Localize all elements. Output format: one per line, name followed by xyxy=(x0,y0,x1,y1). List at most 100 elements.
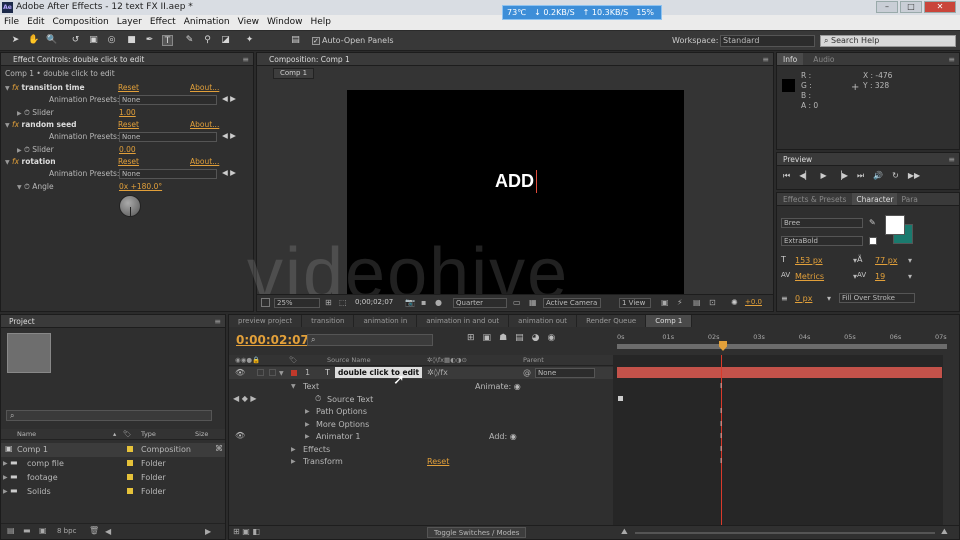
trash-icon[interactable]: 🗑 xyxy=(89,526,99,535)
menu-layer[interactable]: Layer xyxy=(113,15,146,30)
comp-subtab[interactable]: Comp 1 xyxy=(273,68,315,79)
layer-switches[interactable]: ✲◊/fx xyxy=(427,368,448,377)
interpret-footage-icon[interactable]: ▤ xyxy=(7,526,15,535)
expand-icon[interactable]: ▶ xyxy=(305,433,310,440)
stroke-width-dropdown[interactable]: ▾ xyxy=(827,294,831,303)
search-help-field[interactable]: ⌕ Search Help xyxy=(820,35,956,47)
hide-shy-layers-icon[interactable]: ☗ xyxy=(499,333,507,343)
font-size-value[interactable]: 153 px xyxy=(795,256,823,265)
prev-frame-icon[interactable]: ◀▏ xyxy=(799,171,811,181)
expand-icon[interactable]: ▶ xyxy=(291,446,296,453)
prop-text[interactable]: ▼ Text Animate: ◉ xyxy=(229,380,613,393)
menu-view[interactable]: View xyxy=(234,15,263,30)
last-frame-icon[interactable]: ⏭ xyxy=(857,171,864,181)
playhead-handle[interactable] xyxy=(719,341,727,351)
tab-animation-out[interactable]: animation out xyxy=(509,315,578,327)
maximize-button[interactable]: □ xyxy=(900,1,922,13)
resolution-select[interactable]: Quarter xyxy=(453,298,507,308)
eye-icon[interactable]: 👁 xyxy=(235,431,245,440)
zoom-slider[interactable] xyxy=(635,532,935,534)
brush-tool-icon[interactable]: ✎ xyxy=(184,35,195,46)
menu-effect[interactable]: Effect xyxy=(146,15,180,30)
expand-icon[interactable]: ▼ xyxy=(279,370,284,377)
label-col-icon[interactable]: 🏷 xyxy=(123,429,131,440)
close-button[interactable]: ✕ xyxy=(924,1,956,13)
ram-preview-icon[interactable]: ▶▶ xyxy=(908,171,920,181)
pen-tool-icon[interactable]: ✒ xyxy=(144,35,155,46)
timeline-icon[interactable]: ▤ xyxy=(693,298,701,307)
effect-controls-tab[interactable]: Effect Controls: double click to edit ≡ xyxy=(1,53,253,66)
menu-composition[interactable]: Composition xyxy=(49,15,113,30)
about-link[interactable]: About... xyxy=(190,157,219,166)
reset-link[interactable]: Reset xyxy=(118,83,139,92)
stroke-mode-select[interactable]: Fill Over Stroke xyxy=(839,293,915,303)
comp-text-layer[interactable]: ADD xyxy=(495,171,534,192)
animation-presets-select[interactable]: None xyxy=(119,169,217,179)
expand-icon[interactable]: ▶ xyxy=(305,421,310,428)
source-text-keyframe[interactable] xyxy=(618,396,623,401)
zoom-in-icon[interactable]: ⛰ xyxy=(941,527,948,537)
menu-window[interactable]: Window xyxy=(263,15,307,30)
preview-tab[interactable]: Preview ≡ xyxy=(777,153,959,166)
loop-icon[interactable]: ↻ xyxy=(892,171,899,181)
always-preview-icon[interactable] xyxy=(261,298,270,307)
current-time[interactable]: 0;00;02;07 xyxy=(355,298,393,306)
track-area[interactable]: IIIIII xyxy=(613,355,943,525)
col-type[interactable]: Type xyxy=(141,429,156,440)
animation-presets-select[interactable]: None xyxy=(119,132,217,142)
angle-value[interactable]: 0x +180.0° xyxy=(119,182,162,191)
list-item[interactable]: ▶ ▬ comp file Folder xyxy=(1,457,225,471)
col-source-name[interactable]: Source Name xyxy=(327,355,371,366)
col-parent[interactable]: Parent xyxy=(523,355,544,366)
tracking-dropdown[interactable]: ▾ xyxy=(908,272,912,281)
panel-menu-icon[interactable]: ≡ xyxy=(948,53,955,66)
animate-menu[interactable]: Animate: ◉ xyxy=(475,382,521,391)
eraser-tool-icon[interactable]: ◪ xyxy=(220,35,231,46)
zoom-out-icon[interactable]: ⛰ xyxy=(621,527,628,537)
footer-switch-icons[interactable]: ⊞ ▣ ◧ xyxy=(233,527,260,536)
slider-value[interactable]: 1.00 xyxy=(119,108,136,117)
camera-tool-icon[interactable]: ▣ xyxy=(88,35,99,46)
prop-path-options[interactable]: ▶ Path Options xyxy=(229,405,613,418)
frame-blending-icon[interactable]: ▤ xyxy=(515,333,524,343)
pickwhip-icon[interactable]: @ xyxy=(523,368,531,377)
auto-open-checkbox[interactable]: ✓ xyxy=(312,37,320,45)
composition-tab[interactable]: Composition: Comp 1 ≡ xyxy=(257,53,773,66)
prop-more-options[interactable]: ▶ More Options xyxy=(229,418,613,431)
transparency-grid-icon[interactable]: ▦ xyxy=(529,298,537,307)
new-folder-icon[interactable]: ▬ xyxy=(23,526,31,535)
rotate-tool-icon[interactable]: ↺ xyxy=(70,35,81,46)
puppet-tool-icon[interactable]: ✦ xyxy=(244,35,255,46)
prop-transform[interactable]: ▶ Transform Reset xyxy=(229,455,613,468)
prop-source-text[interactable]: ◀ ◆ ▶ ⏱ Source Text xyxy=(229,393,613,406)
timeline-timecode[interactable]: 0:00:02:07 xyxy=(236,333,309,347)
preset-nav-arrows[interactable]: ◀ ▶ xyxy=(222,168,236,177)
expand-icon[interactable]: ▶ xyxy=(3,474,8,481)
flowchart-icon[interactable]: ⌘ xyxy=(215,444,223,453)
panel-menu-icon[interactable]: ≡ xyxy=(948,153,955,166)
layer-name-field[interactable]: double click to edit xyxy=(335,367,423,378)
flowchart-icon[interactable]: ⊡ xyxy=(709,298,716,307)
snapshot-icon[interactable]: 📷 xyxy=(405,298,415,307)
keyframe-nav-icon[interactable]: ◀ ◆ ▶ xyxy=(233,394,257,403)
expand-icon[interactable]: ▶ xyxy=(305,408,310,415)
toggle-switches-modes-button[interactable]: Toggle Switches / Modes xyxy=(427,527,527,538)
kerning-value[interactable]: Metrics xyxy=(795,272,824,281)
list-item[interactable]: ▶ ▬ Solids Folder xyxy=(1,485,225,499)
scroll-right-icon[interactable]: ▶ xyxy=(205,527,211,536)
expand-icon[interactable]: ▶ xyxy=(3,460,8,467)
hand-tool-icon[interactable]: ✋ xyxy=(28,35,39,46)
tab-animation-in-and-out[interactable]: animation in and out xyxy=(417,315,510,327)
font-family-select[interactable]: Bree xyxy=(781,218,863,228)
pan-behind-tool-icon[interactable]: ◎ xyxy=(106,35,117,46)
expand-icon[interactable]: ▶ xyxy=(291,458,296,465)
preset-nav-arrows[interactable]: ◀ ▶ xyxy=(222,131,236,140)
work-area-bar[interactable] xyxy=(617,344,947,349)
project-tab[interactable]: Project ≡ xyxy=(1,315,225,328)
minimize-button[interactable]: – xyxy=(876,1,898,13)
add-menu[interactable]: Add: ◉ xyxy=(489,432,517,441)
panel-menu-icon[interactable]: ≡ xyxy=(242,53,249,66)
grid-icon[interactable]: ⊞ xyxy=(325,298,332,307)
leading-value[interactable]: 77 px xyxy=(875,256,898,265)
info-tab[interactable]: Info xyxy=(777,53,804,65)
